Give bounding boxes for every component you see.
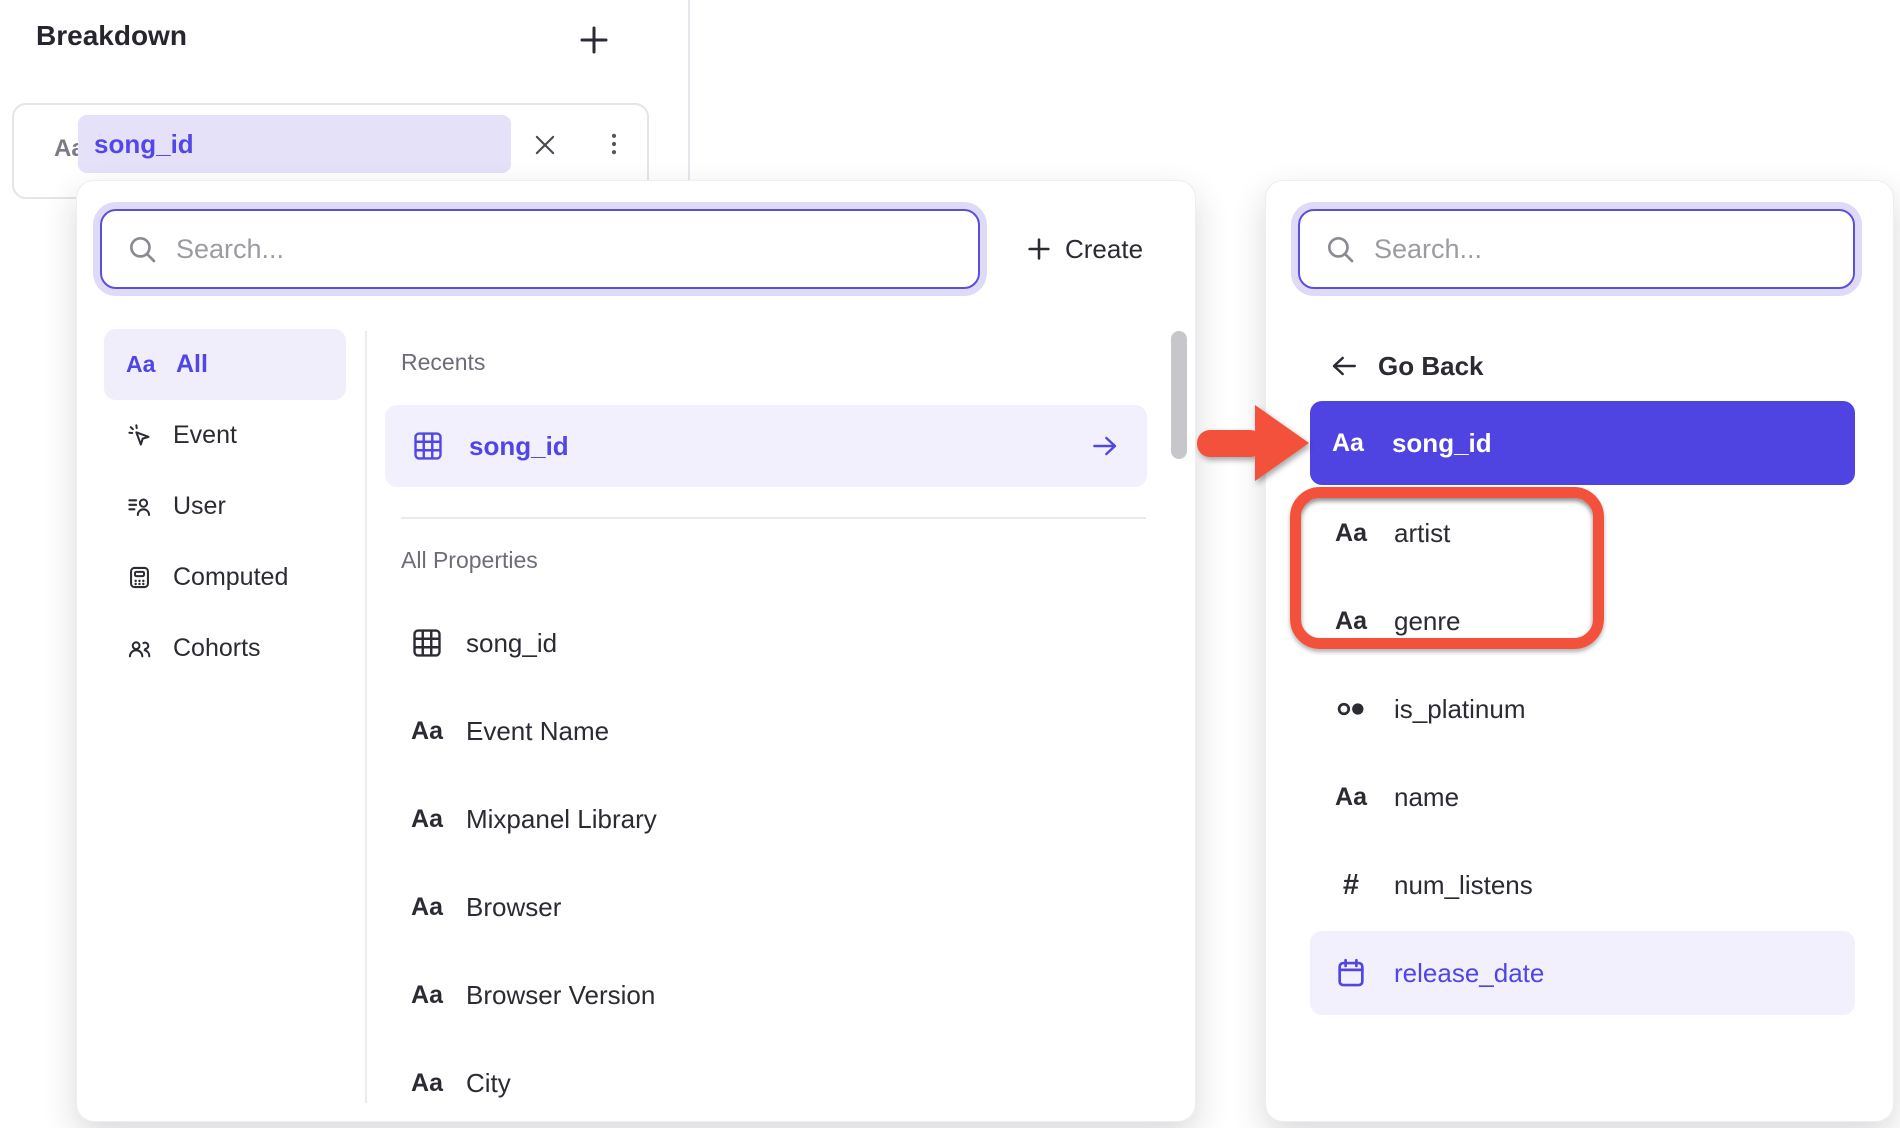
search-box: [1298, 209, 1855, 289]
text-type-icon: Aa: [126, 351, 156, 378]
text-type-icon: Aa: [1335, 607, 1367, 636]
create-button[interactable]: Create: [1025, 221, 1143, 277]
number-type-icon: #: [1343, 869, 1359, 902]
sidebar-item-all[interactable]: Aa All: [104, 329, 346, 400]
recents-section-label: Recents: [401, 349, 485, 376]
table-grid-icon: [411, 429, 445, 463]
sidebar-item-computed[interactable]: Computed: [104, 542, 346, 613]
property-row-artist[interactable]: Aa artist: [1310, 489, 1855, 577]
search-input[interactable]: [1374, 234, 1833, 265]
screenshot-canvas: Breakdown Aa song_id Create Aa All: [0, 0, 1900, 1128]
sidebar-divider: [365, 331, 367, 1103]
people-icon: [126, 635, 153, 662]
search-icon: [1324, 233, 1356, 265]
chip-menu-icon[interactable]: [600, 130, 628, 160]
sidebar-item-event[interactable]: Event: [104, 400, 346, 471]
breakdown-property-chip[interactable]: song_id: [78, 115, 511, 173]
boolean-type-icon: [1334, 692, 1368, 726]
recent-item-song-id[interactable]: song_id: [385, 405, 1147, 487]
property-row-browser[interactable]: Aa Browser: [401, 863, 1146, 951]
search-icon: [126, 233, 158, 265]
property-row-city[interactable]: Aa City: [401, 1039, 1146, 1122]
event-cursor-icon: [126, 422, 153, 449]
section-divider: [401, 517, 1146, 519]
sidebar-item-cohorts[interactable]: Cohorts: [104, 613, 346, 684]
property-row-event-name[interactable]: Aa Event Name: [401, 687, 1146, 775]
text-type-icon: Aa: [411, 805, 443, 834]
arrow-left-icon: [1328, 350, 1360, 382]
calculator-icon: [126, 564, 153, 591]
text-type-icon: Aa: [411, 717, 443, 746]
property-row-release-date[interactable]: release_date: [1310, 931, 1855, 1015]
text-type-icon: Aa: [1335, 783, 1367, 812]
property-row-is-platinum[interactable]: is_platinum: [1310, 665, 1855, 753]
scrollbar-thumb[interactable]: [1171, 331, 1187, 459]
text-type-icon: Aa: [411, 981, 443, 1010]
property-values-dropdown: Go Back Aa song_id Aa artist Aa genre is…: [1265, 180, 1894, 1122]
property-row-song-id-selected[interactable]: Aa song_id: [1310, 401, 1855, 485]
property-row-song-id[interactable]: song_id: [401, 599, 1146, 687]
breakdown-property-value: song_id: [94, 129, 194, 160]
text-type-icon: Aa: [1332, 429, 1364, 458]
property-list: song_id Aa Event Name Aa Mixpanel Librar…: [401, 599, 1146, 1122]
property-row-browser-version[interactable]: Aa Browser Version: [401, 951, 1146, 1039]
property-row-mixpanel-library[interactable]: Aa Mixpanel Library: [401, 775, 1146, 863]
go-back-label: Go Back: [1378, 351, 1484, 382]
user-icon: [126, 493, 153, 520]
property-picker-dropdown: Create Aa All Event User Computed Cohort…: [76, 180, 1196, 1122]
arrow-right-icon: [1089, 430, 1121, 462]
property-row-genre[interactable]: Aa genre: [1310, 577, 1855, 665]
add-breakdown-icon[interactable]: [576, 22, 612, 58]
category-sidebar: Aa All Event User Computed Cohorts: [104, 329, 346, 684]
text-type-icon: Aa: [411, 893, 443, 922]
text-type-icon: Aa: [411, 1069, 443, 1098]
property-row-num-listens[interactable]: # num_listens: [1310, 841, 1855, 929]
underlying-panel-divider: [688, 0, 690, 182]
remove-breakdown-icon[interactable]: [531, 131, 559, 159]
property-list: Aa artist Aa genre is_platinum Aa name #…: [1310, 489, 1855, 1015]
search-input[interactable]: [176, 234, 958, 265]
table-grid-icon: [410, 626, 444, 660]
plus-icon: [1025, 235, 1053, 263]
go-back-button[interactable]: Go Back: [1328, 331, 1484, 401]
breakdown-section-title: Breakdown: [36, 20, 187, 52]
create-button-label: Create: [1065, 234, 1143, 265]
all-properties-section-label: All Properties: [401, 547, 538, 574]
calendar-icon: [1334, 956, 1368, 990]
search-box: [100, 209, 980, 289]
property-row-name[interactable]: Aa name: [1310, 753, 1855, 841]
text-type-icon: Aa: [1335, 519, 1367, 548]
sidebar-item-user[interactable]: User: [104, 471, 346, 542]
